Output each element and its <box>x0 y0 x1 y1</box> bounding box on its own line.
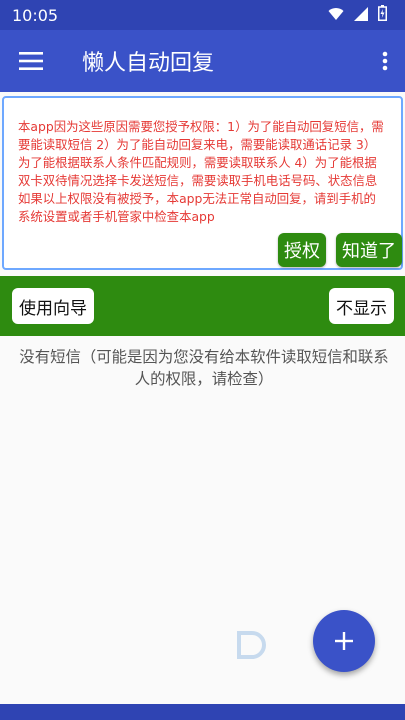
menu-icon[interactable] <box>0 30 62 92</box>
hide-button[interactable]: 不显示 <box>329 288 394 324</box>
battery-icon <box>378 5 387 25</box>
bottom-bar <box>0 704 405 720</box>
add-fab[interactable] <box>313 610 375 672</box>
status-bar: 10:05 <box>0 0 405 30</box>
grant-button[interactable]: 授权 <box>278 233 326 267</box>
permission-text: 本app因为这些原因需要您授予权限：1）为了能自动回复短信，需要能读取短信 2）… <box>18 119 384 224</box>
guide-bar: 使用向导 不显示 <box>0 276 405 336</box>
app-title: 懒人自动回复 <box>82 51 215 76</box>
more-vert-icon[interactable] <box>365 30 405 92</box>
signal-icon <box>354 6 368 25</box>
watermark-logo <box>236 630 270 660</box>
empty-message: 没有短信（可能是因为您没有给本软件读取短信和联系人的权限，请检查） <box>19 348 389 388</box>
status-time: 10:05 <box>12 5 59 25</box>
wifi-icon <box>328 6 344 25</box>
status-icons <box>328 5 387 25</box>
permission-card: 本app因为这些原因需要您授予权限：1）为了能自动回复短信，需要能读取短信 2）… <box>2 96 403 270</box>
usage-guide-button[interactable]: 使用向导 <box>12 288 94 324</box>
app-bar: 懒人自动回复 <box>0 30 405 92</box>
got-it-button[interactable]: 知道了 <box>336 233 402 267</box>
plus-icon <box>335 632 353 650</box>
